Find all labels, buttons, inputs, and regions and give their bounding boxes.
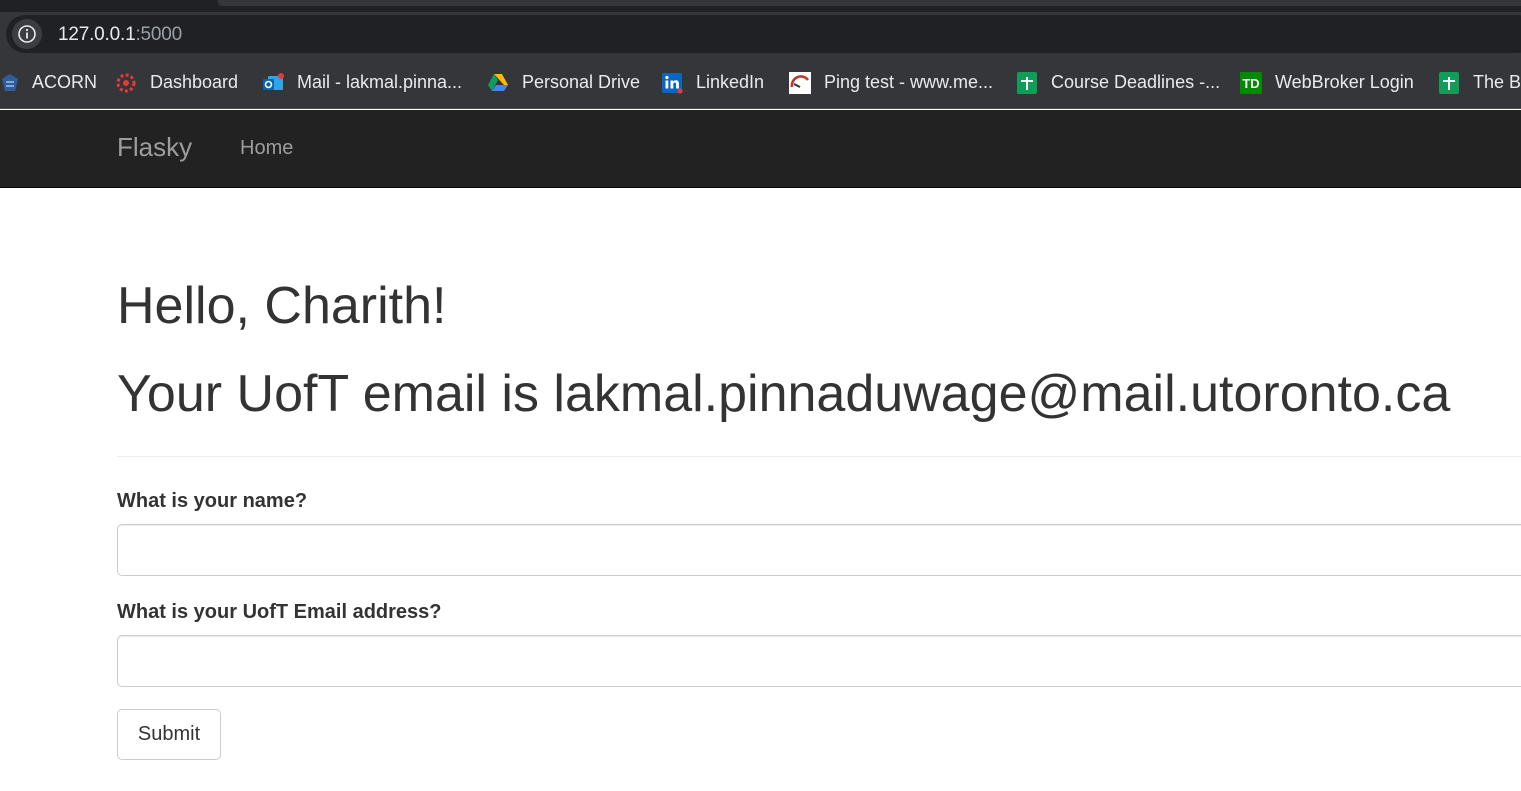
email-field-label: What is your UofT Email address? [117, 601, 442, 623]
url-host: 127.0.0.1 [58, 24, 136, 45]
bookmarks-bar: ACORN Dashboard Mail - lakmal.pinna... P… [0, 56, 1521, 109]
browser-tab-strip [0, 0, 1521, 12]
bookmark-dashboard[interactable]: Dashboard [114, 56, 239, 108]
email-heading: Your UofT email is lakmal.pinnaduwage@ma… [117, 365, 1451, 423]
bookmark-webbroker-login[interactable]: TD WebBroker Login [1239, 56, 1414, 108]
td-icon: TD [1239, 71, 1263, 95]
dashboard-icon [114, 71, 138, 95]
nav-link-home[interactable]: Home [240, 137, 293, 160]
bookmark-label: ACORN [32, 72, 98, 92]
browser-tab-edge [218, 0, 1521, 6]
svg-text:TD: TD [1242, 76, 1259, 91]
bookmark-label: Dashboard [150, 72, 239, 92]
bookmark-label: The Bo [1473, 72, 1521, 92]
bookmark-linkedin[interactable]: LinkedIn [660, 56, 765, 108]
outlook-icon [261, 71, 285, 95]
submit-button[interactable]: Submit [117, 709, 221, 760]
site-info-icon[interactable] [12, 19, 42, 49]
linkedin-icon [660, 71, 684, 95]
bookmark-label: LinkedIn [696, 72, 765, 92]
google-drive-icon [486, 71, 510, 95]
ping-icon [788, 71, 812, 95]
bookmark-mail[interactable]: Mail - lakmal.pinna... [261, 56, 463, 108]
acorn-icon [0, 71, 22, 95]
email-input[interactable] [117, 635, 1521, 687]
bookmark-course-deadlines[interactable]: Course Deadlines -... [1015, 56, 1221, 108]
browser-toolbar: 127.0.0.1:5000 [0, 12, 1521, 56]
header-divider [117, 456, 1521, 457]
name-field-label: What is your name? [117, 490, 308, 512]
greeting-heading: Hello, Charith! [117, 277, 447, 335]
url-text: 127.0.0.1:5000 [58, 24, 182, 46]
bookmark-label: Mail - lakmal.pinna... [297, 72, 463, 92]
bookmark-the-bo[interactable]: The Bo [1437, 56, 1521, 108]
bookmark-ping-test[interactable]: Ping test - www.me... [788, 56, 994, 108]
site-navbar: Flasky Home [0, 110, 1521, 188]
sheets-icon [1437, 71, 1461, 95]
bookmark-label: Personal Drive [522, 72, 641, 92]
name-input[interactable] [117, 524, 1521, 576]
bookmark-personal-drive[interactable]: Personal Drive [486, 56, 641, 108]
bookmark-acorn[interactable]: ACORN [0, 56, 98, 108]
bookmark-label: Ping test - www.me... [824, 72, 994, 92]
address-bar[interactable]: 127.0.0.1:5000 [6, 15, 1521, 53]
sheets-icon [1015, 71, 1039, 95]
navbar-brand[interactable]: Flasky [117, 132, 192, 163]
url-port: :5000 [135, 24, 182, 45]
bookmark-label: Course Deadlines -... [1051, 72, 1221, 92]
bookmark-label: WebBroker Login [1275, 72, 1414, 92]
